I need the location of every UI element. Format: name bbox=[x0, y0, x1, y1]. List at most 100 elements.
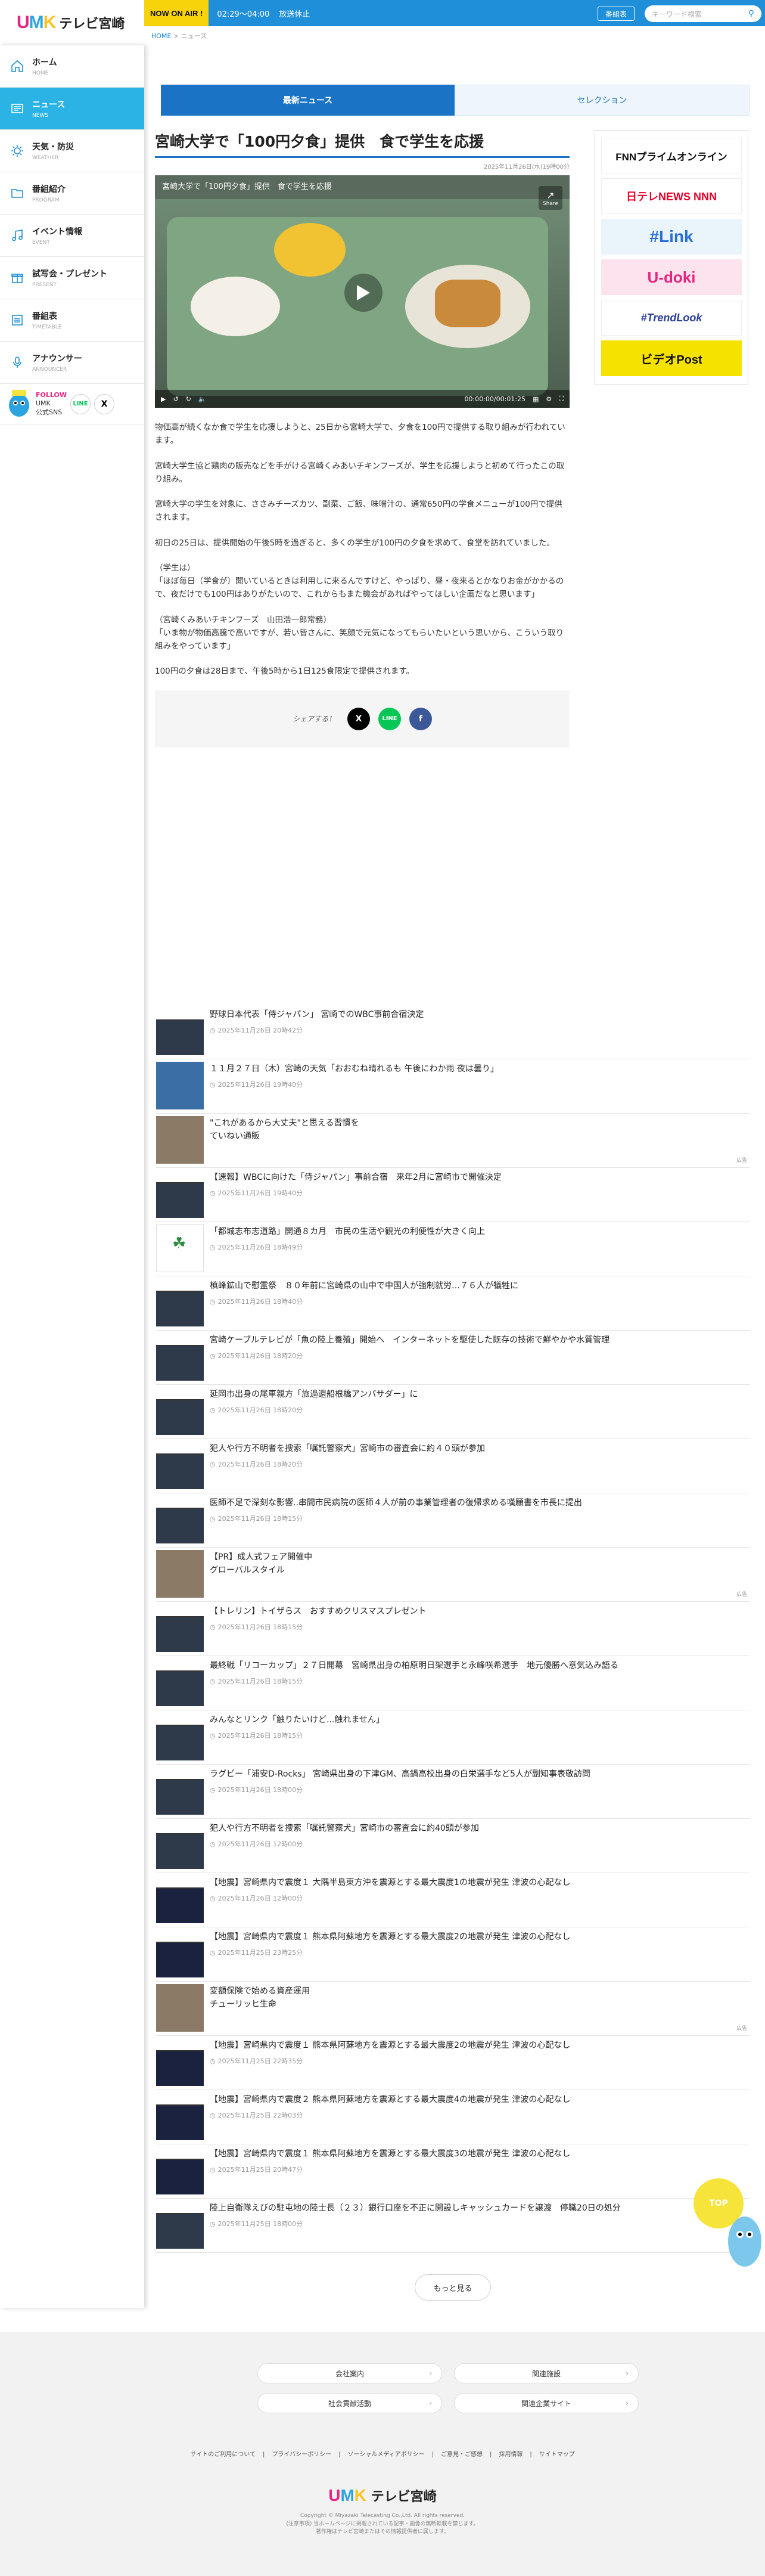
news-title[interactable]: 変額保険で始める資産運用 チューリッヒ生命 bbox=[210, 1984, 310, 2011]
news-list-item[interactable]: １１月２７日（木）宮崎の天気「おおむね晴れるも 午後にわか雨 夜は曇り」 ◷ 202… bbox=[156, 1059, 750, 1114]
facebook-share-icon[interactable]: f bbox=[409, 707, 432, 730]
news-list-item[interactable]: 【トレリン】トイザらス おすすめクリスマスプレゼント ◷ 2025年11月26日 1… bbox=[156, 1602, 750, 1656]
footer-facilities-button[interactable]: 関連施設 › bbox=[454, 2363, 639, 2383]
x-button[interactable]: X bbox=[94, 393, 114, 414]
ad-trend-look[interactable]: #TrendLook bbox=[601, 300, 742, 336]
news-thumbnail bbox=[156, 1550, 204, 1598]
news-title[interactable]: 【地震】宮崎県内で震度２ 熊本県阿蘇地方を震源とする最大震度4の地震が発生 津波… bbox=[210, 2093, 570, 2107]
news-list-item[interactable]: 【地震】宮崎県内で震度２ 熊本県阿蘇地方を震源とする最大震度4の地震が発生 津波… bbox=[156, 2090, 750, 2144]
news-list-item[interactable]: 野球日本代表「侍ジャパン」 宮崎でのWBC事前合宿決定 ◷ 2025年11月26日 … bbox=[156, 1005, 750, 1059]
news-title[interactable]: 宮崎ケーブルテレビが「魚の陸上養殖」開始へ インターネットを駆使した既存の技術で… bbox=[210, 1333, 609, 1347]
news-title[interactable]: 槙峰鉱山で慰霊祭 ８０年前に宮崎県の山中で中国人が強制就労…７６人が犠牲に bbox=[210, 1279, 518, 1293]
news-title[interactable]: 【トレリン】トイザらス おすすめクリスマスプレゼント bbox=[210, 1604, 427, 1619]
play-button[interactable] bbox=[344, 274, 382, 312]
line-button[interactable]: LINE bbox=[70, 393, 91, 414]
news-title[interactable]: みんなとリンク「触りたいけど...触れません」 bbox=[210, 1713, 384, 1727]
play-small-icon[interactable]: ▶ bbox=[161, 395, 166, 403]
breadcrumb-home[interactable]: HOME bbox=[151, 32, 171, 40]
footer-link[interactable]: サイトマップ bbox=[539, 2451, 575, 2458]
logo-text: テレビ宮崎 bbox=[59, 17, 125, 32]
footer-related-sites-button[interactable]: 関連企業サイト › bbox=[454, 2393, 639, 2413]
sidebar-item-news[interactable]: ニュース NEWS bbox=[0, 88, 144, 130]
news-list-item[interactable]: 【地震】宮崎県内で震度１ 熊本県阿蘇地方を震源とする最大震度2の地震が発生 津波… bbox=[156, 1927, 750, 1982]
timetable-button[interactable]: 番組表 bbox=[598, 7, 635, 21]
sidebar-item-home[interactable]: ホーム HOME bbox=[0, 45, 144, 88]
ad-ntv-news[interactable]: 日テレNEWS NNN bbox=[601, 178, 742, 214]
ad-list-item[interactable]: 【PR】成人式フェア開催中 グローバルスタイル 広告 bbox=[156, 1548, 750, 1602]
sidebar-item-program[interactable]: 番組紹介 PROGRAM bbox=[0, 172, 144, 215]
news-list-item[interactable]: 槙峰鉱山で慰霊祭 ８０年前に宮崎県の山中で中国人が強制就労…７６人が犠牲に ◷ 20… bbox=[156, 1276, 750, 1331]
news-list-item[interactable]: みんなとリンク「触りたいけど...触れません」 ◷ 2025年11月26日 18時1… bbox=[156, 1710, 750, 1765]
rewind-icon[interactable]: ↺ bbox=[173, 395, 178, 403]
news-title[interactable]: 【地震】宮崎県内で震度１ 熊本県阿蘇地方を震源とする最大震度2の地震が発生 津波… bbox=[210, 1930, 570, 1944]
ad-link[interactable]: #Link bbox=[601, 219, 742, 255]
news-title[interactable]: 医師不足で深刻な影響..串間市民病院の医師４人が前の事業管理者の復帰求める嘆願書… bbox=[210, 1496, 582, 1510]
news-list-item[interactable]: ラグビー「浦安D-Rocks」 宮崎県出身の下津GM、高鍋高校出身の白栄選手など… bbox=[156, 1765, 750, 1819]
news-title[interactable]: "これがあるから大丈夫"と思える習慣を ていねい通販 bbox=[210, 1116, 359, 1143]
site-logo[interactable]: UMK テレビ宮崎 bbox=[0, 0, 144, 45]
footer-link[interactable]: ソーシャルメディアポリシー bbox=[348, 2451, 425, 2458]
news-title[interactable]: 【速報】WBCに向けた「侍ジャパン」事前合宿 来年2月に宮崎市で開催決定 bbox=[210, 1170, 502, 1185]
footer-link[interactable]: サイトのご利用について bbox=[190, 2451, 256, 2458]
footer-logo[interactable]: UMK テレビ宮崎 bbox=[0, 2486, 765, 2505]
news-list-item[interactable]: 陸上自衛隊えびの駐屯地の陸士長（２３）銀行口座を不正に開設しキャッシュカードを譲… bbox=[156, 2199, 750, 2253]
subtitles-icon[interactable]: ▦ bbox=[533, 395, 539, 403]
line-share-icon[interactable]: LINE bbox=[378, 707, 401, 730]
news-title[interactable]: 犯人や行方不明者を捜索「嘱託警察犬」宮崎市の審査会に約40頭が参加 bbox=[210, 1821, 479, 1836]
footer-link[interactable]: ご意見・ご感想 bbox=[441, 2451, 483, 2458]
news-list-item[interactable]: 【地震】宮崎県内で震度１ 大隅半島東方沖を震源とする最大震度1の地震が発生 津波… bbox=[156, 1873, 750, 1927]
video-share-button[interactable]: ↗ Share bbox=[539, 186, 562, 210]
sidebar-item-timetable[interactable]: 番組表 TIMETABLE bbox=[0, 299, 144, 342]
ad-udoki[interactable]: U-doki bbox=[601, 259, 742, 295]
news-list-item[interactable]: ☘ 「都城志布志道路」開通８カ月 市民の生活や観光の利便性が大きく向上 ◷ 2025年… bbox=[156, 1222, 750, 1276]
sidebar-item-weather[interactable]: 天気・防災 WEATHER bbox=[0, 130, 144, 172]
news-list-item[interactable]: 延岡市出身の尾車親方「旅過還船根橋アンバサダー」に ◷ 2025年11月26日 18… bbox=[156, 1385, 750, 1439]
news-title[interactable]: 【地震】宮崎県内で震度１ 熊本県阿蘇地方を震源とする最大震度2の地震が発生 津波… bbox=[210, 2038, 570, 2053]
news-title[interactable]: １１月２７日（木）宮崎の天気「おおむね晴れるも 午後にわか雨 夜は曇り」 bbox=[210, 1062, 499, 1076]
ad-list-item[interactable]: "これがあるから大丈夫"と思える習慣を ていねい通販 広告 bbox=[156, 1114, 750, 1168]
ad-fnn[interactable]: FNNプライムオンライン bbox=[601, 138, 742, 173]
volume-icon[interactable]: 🔈 bbox=[198, 395, 207, 403]
sidebar-item-present[interactable]: 試写会・プレゼント PRESENT bbox=[0, 257, 144, 299]
x-share-icon[interactable]: X bbox=[347, 707, 370, 730]
ad-video-post[interactable]: ビデオPost bbox=[601, 340, 742, 376]
fullscreen-icon[interactable]: ⛶ bbox=[559, 395, 564, 403]
more-button[interactable]: もっと見る bbox=[415, 2274, 491, 2301]
sidebar-item-announcer[interactable]: アナウンサー ANNOUNCER bbox=[0, 342, 144, 384]
news-title[interactable]: 犯人や行方不明者を捜索「嘱託警察犬」宮崎市の審査会に約４０頭が参加 bbox=[210, 1442, 485, 1456]
search-icon[interactable]: ⚲ bbox=[748, 9, 754, 18]
video-player[interactable]: 宮崎大学で「100円夕食」提供 食で学生を応援 ↗ Share ▶ ↺ ↻ 🔈 0… bbox=[155, 175, 570, 408]
news-title[interactable]: ラグビー「浦安D-Rocks」 宮崎県出身の下津GM、高鍋高校出身の白栄選手など… bbox=[210, 1767, 590, 1781]
article-title: 宮崎大学で「100円夕食」提供 食で学生を応援 bbox=[155, 130, 570, 158]
news-list-item[interactable]: 犯人や行方不明者を捜索「嘱託警察犬」宮崎市の審査会に約40頭が参加 ◷ 2025年1… bbox=[156, 1819, 750, 1873]
news-title[interactable]: 陸上自衛隊えびの駐屯地の陸士長（２３）銀行口座を不正に開設しキャッシュカードを譲… bbox=[210, 2201, 621, 2215]
news-title[interactable]: 【地震】宮崎県内で震度１ 大隅半島東方沖を震源とする最大震度1の地震が発生 津波… bbox=[210, 1876, 570, 1890]
news-list-item[interactable]: 【速報】WBCに向けた「侍ジャパン」事前合宿 来年2月に宮崎市で開催決定 ◷ 202… bbox=[156, 1168, 750, 1222]
search-placeholder: キーワード検索 bbox=[652, 10, 702, 18]
news-title[interactable]: 最終戦「リコーカップ」２７日開幕 宮崎県出身の柏原明日架選手と永峰咲希選手 地元… bbox=[210, 1659, 618, 1673]
news-list-item[interactable]: 最終戦「リコーカップ」２７日開幕 宮崎県出身の柏原明日架選手と永峰咲希選手 地元… bbox=[156, 1656, 750, 1710]
search-input[interactable]: キーワード検索 ⚲ bbox=[645, 5, 761, 22]
footer-link[interactable]: 採用情報 bbox=[499, 2451, 523, 2458]
news-list-item[interactable]: 【地震】宮崎県内で震度１ 熊本県阿蘇地方を震源とする最大震度3の地震が発生 津波… bbox=[156, 2144, 750, 2199]
tab-selection[interactable]: セレクション bbox=[455, 85, 750, 116]
now-on-air[interactable]: NOW ON AIR ! 02:29〜04:00 放送休止 bbox=[144, 0, 310, 26]
news-title[interactable]: 【PR】成人式フェア開催中 グローバルスタイル bbox=[210, 1550, 312, 1577]
footer-link[interactable]: プライバシーポリシー bbox=[272, 2451, 331, 2458]
news-title[interactable]: 延岡市出身の尾車親方「旅過還船根橋アンバサダー」に bbox=[210, 1387, 418, 1402]
footer-company-button[interactable]: 会社案内 › bbox=[257, 2363, 442, 2383]
sidebar-item-event[interactable]: イベント情報 EVENT bbox=[0, 215, 144, 257]
news-title[interactable]: 【地震】宮崎県内で震度１ 熊本県阿蘇地方を震源とする最大震度3の地震が発生 津波… bbox=[210, 2147, 570, 2161]
news-list-item[interactable]: 医師不足で深刻な影響..串間市民病院の医師４人が前の事業管理者の復帰求める嘆願書… bbox=[156, 1493, 750, 1548]
tab-latest-news[interactable]: 最新ニュース bbox=[161, 85, 455, 116]
news-date-row: ◷ 2025年11月25日 23時25分 bbox=[210, 1948, 570, 1957]
forward-icon[interactable]: ↻ bbox=[186, 395, 191, 403]
news-list-item[interactable]: 【地震】宮崎県内で震度１ 熊本県阿蘇地方を震源とする最大震度2の地震が発生 津波… bbox=[156, 2036, 750, 2090]
news-list-item[interactable]: 宮崎ケーブルテレビが「魚の陸上養殖」開始へ インターネットを駆使した既存の技術で… bbox=[156, 1331, 750, 1385]
news-title[interactable]: 野球日本代表「侍ジャパン」 宮崎でのWBC事前合宿決定 bbox=[210, 1008, 424, 1022]
news-list-item[interactable]: 犯人や行方不明者を捜索「嘱託警察犬」宮崎市の審査会に約４０頭が参加 ◷ 2025年1… bbox=[156, 1439, 750, 1493]
settings-icon[interactable]: ⚙ bbox=[546, 395, 552, 403]
news-title[interactable]: 「都城志布志道路」開通８カ月 市民の生活や観光の利便性が大きく向上 bbox=[210, 1225, 485, 1239]
footer-csr-button[interactable]: 社会貢献活動 › bbox=[257, 2393, 442, 2413]
ad-list-item[interactable]: 変額保険で始める資産運用 チューリッヒ生命 広告 bbox=[156, 1982, 750, 2036]
